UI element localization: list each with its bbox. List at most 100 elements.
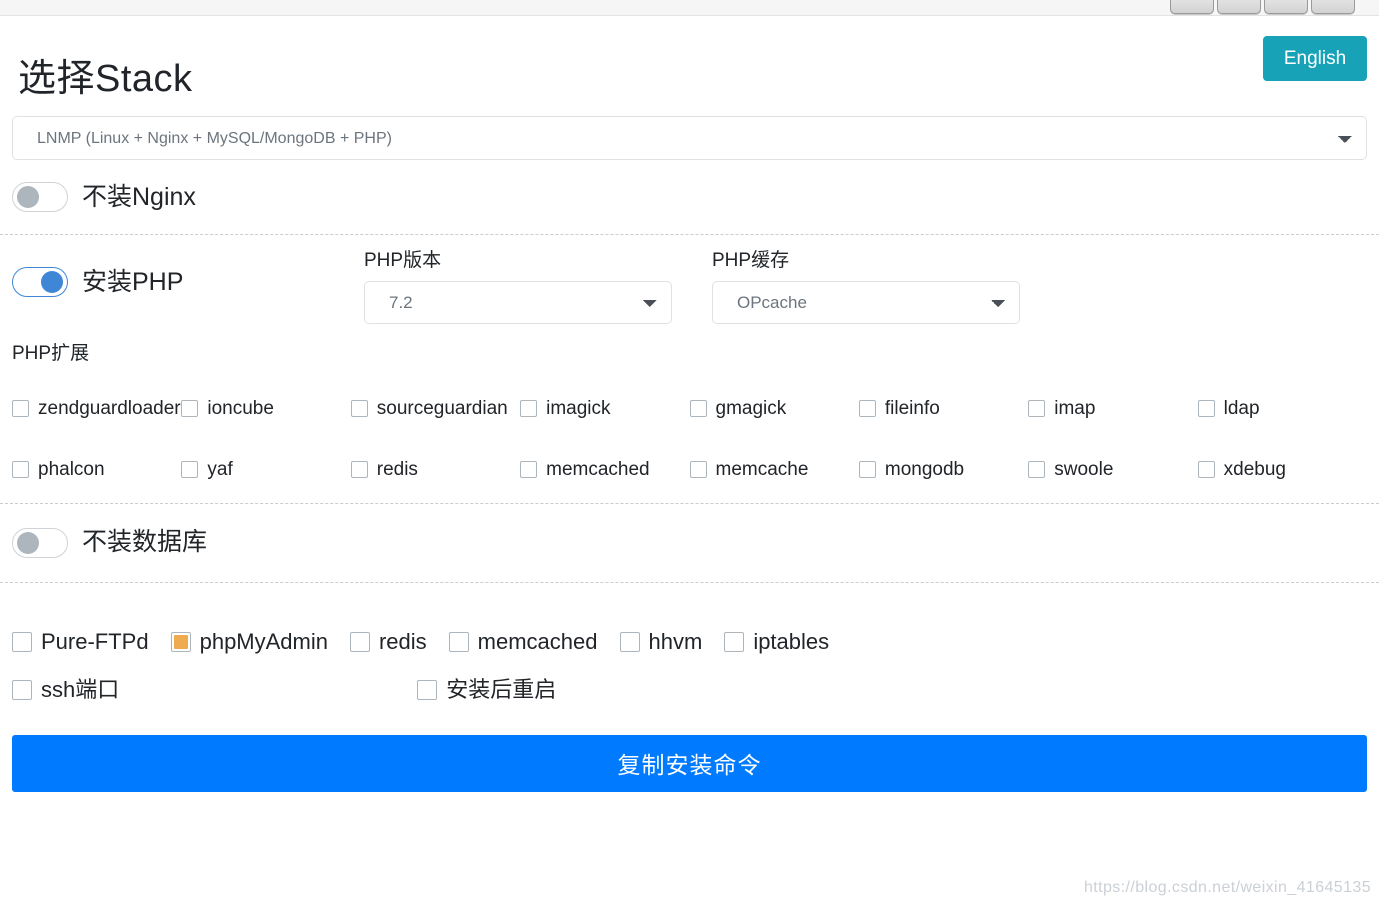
checkbox-memcache[interactable] bbox=[689, 460, 707, 478]
php-extensions-row: zendguardloader ioncube sourceguardian i… bbox=[12, 399, 1367, 418]
checkbox-label: memcached bbox=[477, 628, 598, 654]
checkbox-redis-service[interactable] bbox=[349, 631, 370, 652]
checkbox-ldap[interactable] bbox=[1197, 399, 1215, 417]
checkbox-label: sourceguardian bbox=[376, 397, 508, 419]
checkbox-label: fileinfo bbox=[884, 397, 940, 419]
list-item[interactable]: memcached bbox=[448, 628, 598, 654]
stack-select[interactable]: LNMP (Linux + Nginx + MySQL/MongoDB + PH… bbox=[12, 116, 1367, 160]
watermark: https://blog.csdn.net/weixin_41645135 bbox=[1084, 879, 1371, 896]
php-toggle-label: 安装PHP bbox=[82, 267, 184, 296]
nginx-toggle-switch[interactable] bbox=[12, 182, 68, 212]
checkbox-label: 安装后重启 bbox=[446, 676, 557, 702]
php-cache-select[interactable]: OPcache bbox=[712, 280, 1020, 324]
database-toggle-switch[interactable] bbox=[12, 527, 68, 558]
list-item[interactable]: xdebug bbox=[1197, 458, 1367, 480]
main-content: LNMP (Linux + Nginx + MySQL/MongoDB + PH… bbox=[0, 104, 1379, 792]
stack-select-wrapper: LNMP (Linux + Nginx + MySQL/MongoDB + PH… bbox=[0, 104, 1379, 160]
app-root: 选择Stack English LNMP (Linux + Nginx + My… bbox=[0, 0, 1379, 903]
checkbox-memcached[interactable] bbox=[520, 460, 538, 478]
checkbox-xdebug[interactable] bbox=[1197, 460, 1215, 478]
checkbox-label: memcache bbox=[715, 458, 809, 480]
checkbox-label: memcached bbox=[546, 458, 650, 480]
checkbox-sourceguardian[interactable] bbox=[350, 399, 368, 417]
window-chrome-strip bbox=[0, 0, 1379, 16]
list-item[interactable]: zendguardloader bbox=[12, 399, 181, 418]
php-settings-row: 安装PHP PHP版本 7.2 PHP缓存 OPcache bbox=[0, 235, 1379, 324]
checkbox-label: zendguardloader bbox=[38, 397, 181, 419]
window-button-1[interactable] bbox=[1170, 0, 1214, 14]
checkbox-label: iptables bbox=[753, 628, 830, 654]
checkbox-gmagick[interactable] bbox=[689, 399, 707, 417]
list-item[interactable]: redis bbox=[349, 630, 427, 653]
list-item[interactable]: Pure-FTPd bbox=[12, 628, 149, 654]
page-header: 选择Stack English bbox=[0, 16, 1379, 104]
php-toggle-switch[interactable] bbox=[12, 267, 68, 297]
options-row: ssh端口 安装后重启 bbox=[0, 653, 1379, 701]
checkbox-zendguardloader[interactable] bbox=[12, 399, 29, 417]
checkbox-phpmyadmin[interactable] bbox=[170, 631, 191, 652]
php-version-label: PHP版本 bbox=[364, 250, 442, 271]
page-title: 选择Stack bbox=[18, 58, 193, 101]
checkbox-hhvm[interactable] bbox=[619, 631, 640, 652]
window-button-2[interactable] bbox=[1217, 0, 1261, 14]
checkbox-label: redis bbox=[376, 458, 418, 480]
checkbox-reboot-after-install[interactable] bbox=[417, 679, 438, 700]
checkbox-yaf[interactable] bbox=[181, 460, 199, 478]
checkbox-fileinfo[interactable] bbox=[858, 399, 876, 417]
checkbox-label: ssh端口 bbox=[41, 676, 120, 702]
checkbox-label: hhvm bbox=[648, 628, 703, 654]
checkbox-mongodb[interactable] bbox=[858, 460, 876, 478]
list-item[interactable]: swoole bbox=[1028, 460, 1197, 479]
list-item[interactable]: phalcon bbox=[12, 460, 181, 479]
checkbox-iptables[interactable] bbox=[724, 631, 745, 652]
list-item[interactable]: mongodb bbox=[858, 458, 1028, 480]
services-row: Pure-FTPd phpMyAdmin redis memcached hhv… bbox=[0, 609, 1379, 653]
list-item[interactable]: iptables bbox=[724, 628, 830, 654]
checkbox-label: mongodb bbox=[884, 458, 965, 480]
checkbox-ioncube[interactable] bbox=[181, 399, 199, 417]
checkbox-swoole[interactable] bbox=[1028, 460, 1046, 478]
list-item[interactable]: memcache bbox=[689, 458, 859, 480]
checkbox-label: imagick bbox=[546, 397, 611, 419]
database-toggle-label: 不装数据库 bbox=[82, 528, 208, 557]
checkbox-redis[interactable] bbox=[350, 460, 368, 478]
list-item[interactable]: hhvm bbox=[619, 628, 703, 654]
checkbox-label: swoole bbox=[1054, 458, 1114, 480]
database-section: 不装数据库 bbox=[0, 479, 1379, 609]
checkbox-label: ldap bbox=[1223, 397, 1260, 419]
nginx-toggle-row: 不装Nginx bbox=[0, 160, 1379, 234]
checkbox-phalcon[interactable] bbox=[12, 460, 29, 478]
list-item[interactable]: phpMyAdmin bbox=[170, 630, 328, 653]
checkbox-ssh-port[interactable] bbox=[12, 679, 32, 700]
php-extensions-label: PHP扩展 bbox=[12, 342, 90, 364]
list-item[interactable]: imap bbox=[1028, 399, 1197, 418]
list-item[interactable]: sourceguardian bbox=[350, 397, 520, 419]
checkbox-imap[interactable] bbox=[1028, 399, 1046, 417]
list-item[interactable]: redis bbox=[350, 458, 520, 480]
php-cache-label: PHP缓存 bbox=[712, 250, 790, 271]
nginx-toggle-label: 不装Nginx bbox=[82, 182, 196, 211]
php-version-group: PHP版本 7.2 bbox=[364, 250, 712, 324]
list-item[interactable]: yaf bbox=[181, 460, 350, 479]
list-item[interactable]: imagick bbox=[520, 399, 689, 418]
list-item[interactable]: 安装后重启 bbox=[417, 676, 557, 702]
list-item[interactable]: ldap bbox=[1197, 397, 1367, 419]
submit-wrapper: 复制安装命令 bbox=[0, 701, 1379, 792]
list-item[interactable]: ioncube bbox=[181, 399, 350, 418]
toggle-knob-icon bbox=[17, 531, 39, 554]
window-button-3[interactable] bbox=[1264, 0, 1308, 14]
list-item[interactable]: memcached bbox=[520, 460, 689, 479]
copy-install-command-button[interactable]: 复制安装命令 bbox=[12, 734, 1367, 792]
checkbox-imagick[interactable] bbox=[520, 399, 538, 417]
php-version-select[interactable]: 7.2 bbox=[364, 280, 672, 324]
checkbox-label: xdebug bbox=[1223, 458, 1286, 480]
list-item[interactable]: gmagick bbox=[689, 399, 859, 418]
language-switch-button[interactable]: English bbox=[1263, 36, 1367, 81]
list-item[interactable]: fileinfo bbox=[858, 397, 1028, 419]
checkbox-pure-ftpd[interactable] bbox=[12, 631, 32, 652]
checkbox-label: yaf bbox=[207, 458, 233, 480]
list-item[interactable]: ssh端口 bbox=[12, 676, 120, 702]
checkbox-memcached-service[interactable] bbox=[448, 631, 469, 652]
window-button-4[interactable] bbox=[1311, 0, 1355, 14]
checkbox-label: Pure-FTPd bbox=[41, 628, 149, 654]
